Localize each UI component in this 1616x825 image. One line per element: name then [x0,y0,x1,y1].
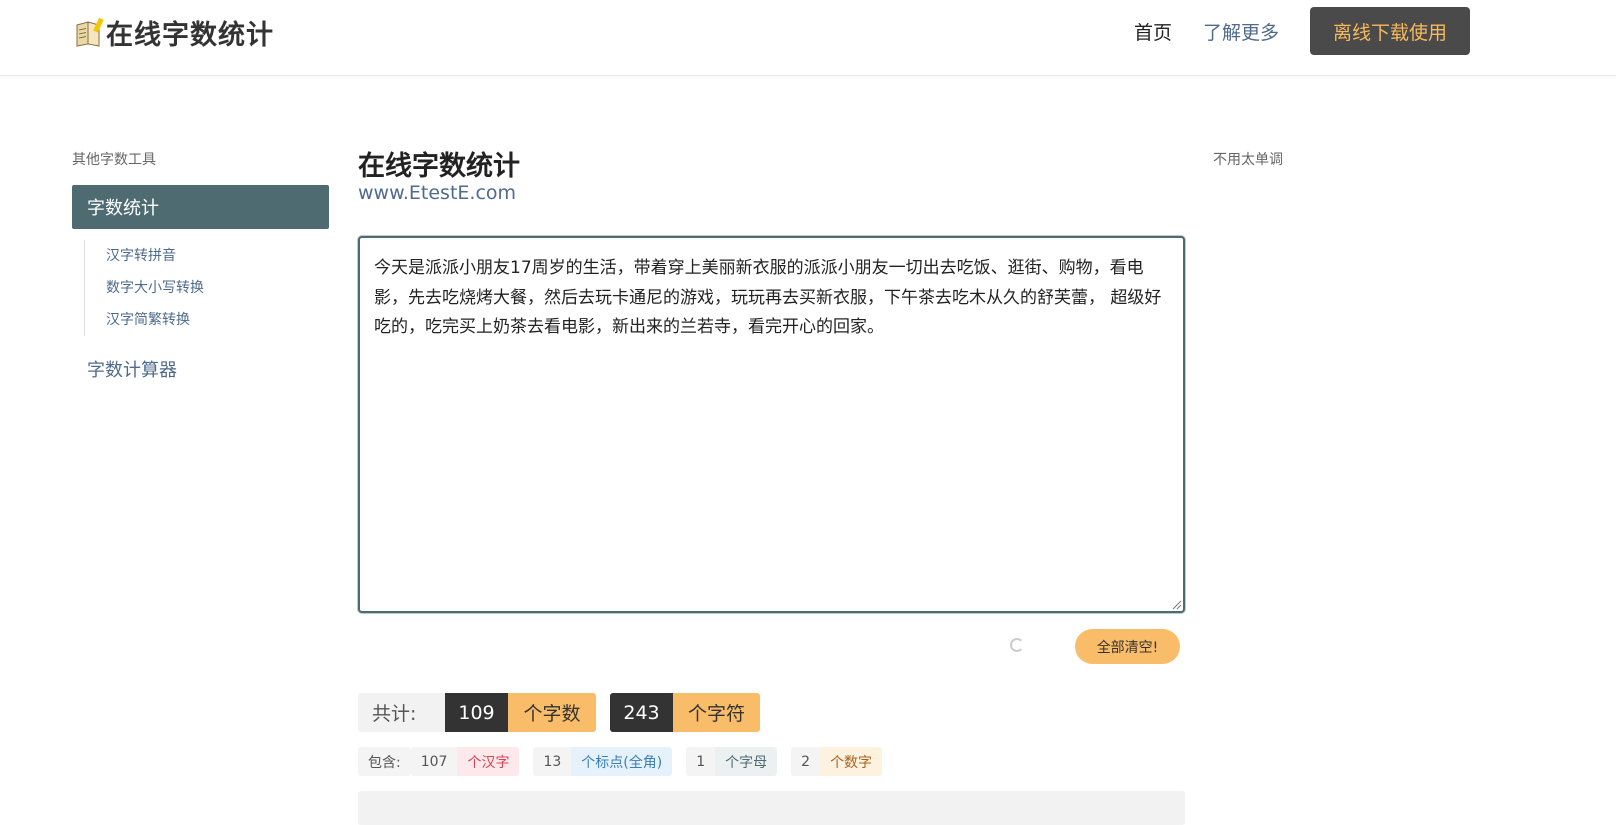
contains-label: 包含: [358,747,411,776]
hanzi-count-pill: 107 个汉字 [410,747,520,776]
punct-count: 13 [533,747,572,776]
sidebar-item-word-count[interactable]: 字数统计 [72,185,329,229]
sidebar-item-calculator[interactable]: 字数计算器 [87,356,177,382]
punct-unit: 个标点(全角) [571,747,673,776]
hanzi-unit: 个汉字 [457,747,520,776]
sidebar-item-number-case[interactable]: 数字大小写转换 [106,272,204,304]
letter-unit: 个字母 [715,747,778,776]
sidebar-sub-list: 汉字转拼音 数字大小写转换 汉字简繁转换 [84,240,204,336]
hanzi-count: 107 [410,747,458,776]
sidebar-title: 其他字数工具 [72,152,156,168]
right-column-note: 不用太单调 [1213,152,1283,168]
sidebar-item-pinyin[interactable]: 汉字转拼音 [106,240,204,272]
logo-text: 在线字数统计 [106,19,274,51]
text-input-area[interactable]: 今天是派派小朋友17周岁的生活，带着穿上美丽新衣服的派派小朋友一切出去吃饭、逛街… [358,236,1185,613]
punct-count-pill: 13 个标点(全角) [533,747,673,776]
top-header: 在线字数统计 首页 了解更多 离线下载使用 [0,0,1616,76]
nav-home-link[interactable]: 首页 [1134,18,1172,45]
word-count-value: 109 [445,693,508,732]
book-pencil-icon [74,17,104,47]
word-count-unit: 个字数 [508,693,596,732]
contains-label-box: 包含: [358,747,411,776]
digit-count: 2 [791,747,821,776]
letter-count: 1 [686,747,716,776]
nav-learn-more-link[interactable]: 了解更多 [1203,18,1279,45]
char-count-value: 243 [610,693,673,732]
total-stats: 共计: 109 个字数 243 个字符 [358,693,760,732]
clear-all-button[interactable]: 全部清空! [1075,629,1180,664]
contains-breakdown: 包含: 107 个汉字 13 个标点(全角) 1 个字母 2 个数字 [358,747,896,776]
digit-count-pill: 2 个数字 [791,747,883,776]
site-url: www.EtestE.com [358,182,517,204]
offline-download-button[interactable]: 离线下载使用 [1310,7,1470,55]
site-logo[interactable]: 在线字数统计 [74,14,274,51]
letter-count-pill: 1 个字母 [686,747,778,776]
sidebar-item-simp-trad[interactable]: 汉字简繁转换 [106,304,204,336]
loading-spinner-icon [1010,638,1024,652]
bottom-panel [358,791,1185,825]
total-label: 共计: [358,693,445,732]
char-count-unit: 个字符 [673,693,760,732]
resize-grip-icon[interactable] [1172,600,1182,610]
page-title: 在线字数统计 [358,151,520,182]
digit-unit: 个数字 [820,747,883,776]
